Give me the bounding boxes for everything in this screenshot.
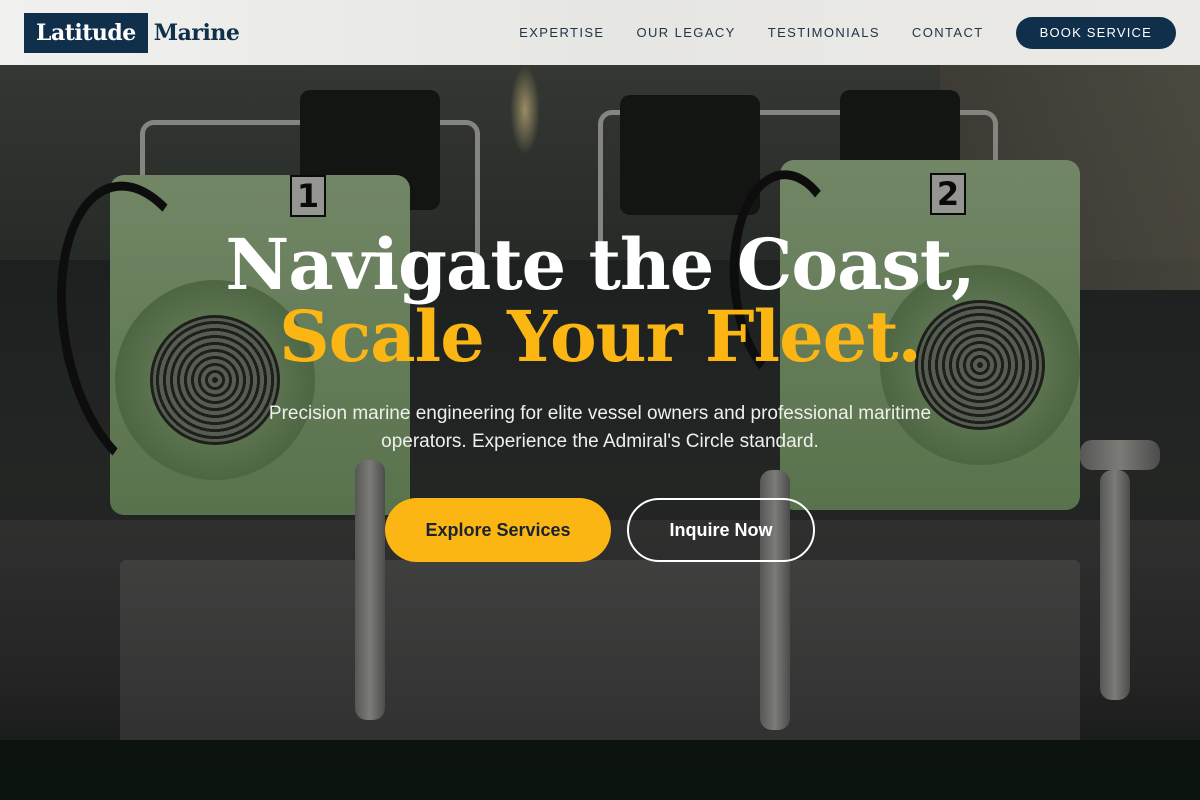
site-header: Latitude Marine EXPERTISE OUR LEGACY TES… — [0, 0, 1200, 65]
inquire-now-button[interactable]: Inquire Now — [627, 498, 815, 562]
nav-link-contact[interactable]: CONTACT — [912, 25, 984, 40]
hero-cta-row: Explore Services Inquire Now — [0, 498, 1200, 562]
hero-headline-line-1: Navigate the Coast, — [225, 223, 975, 306]
hero-section: Navigate the Coast, Scale Your Fleet. Pr… — [0, 230, 1200, 562]
hero-subtitle: Precision marine engineering for elite v… — [268, 403, 932, 452]
explore-services-button[interactable]: Explore Services — [385, 498, 611, 562]
main-nav: EXPERTISE OUR LEGACY TESTIMONIALS CONTAC… — [519, 16, 1176, 49]
logo-word: Marine — [153, 19, 240, 46]
nav-link-expertise[interactable]: EXPERTISE — [519, 25, 604, 40]
brand-logo[interactable]: Latitude Marine — [24, 12, 240, 53]
hero-headline: Navigate the Coast, Scale Your Fleet. — [0, 230, 1200, 372]
nav-link-our-legacy[interactable]: OUR LEGACY — [637, 25, 736, 40]
book-service-button[interactable]: BOOK SERVICE — [1015, 16, 1176, 49]
hero-headline-line-2: Scale Your Fleet. — [279, 295, 922, 378]
logo-box: Latitude — [24, 12, 148, 53]
nav-link-testimonials[interactable]: TESTIMONIALS — [768, 25, 880, 40]
